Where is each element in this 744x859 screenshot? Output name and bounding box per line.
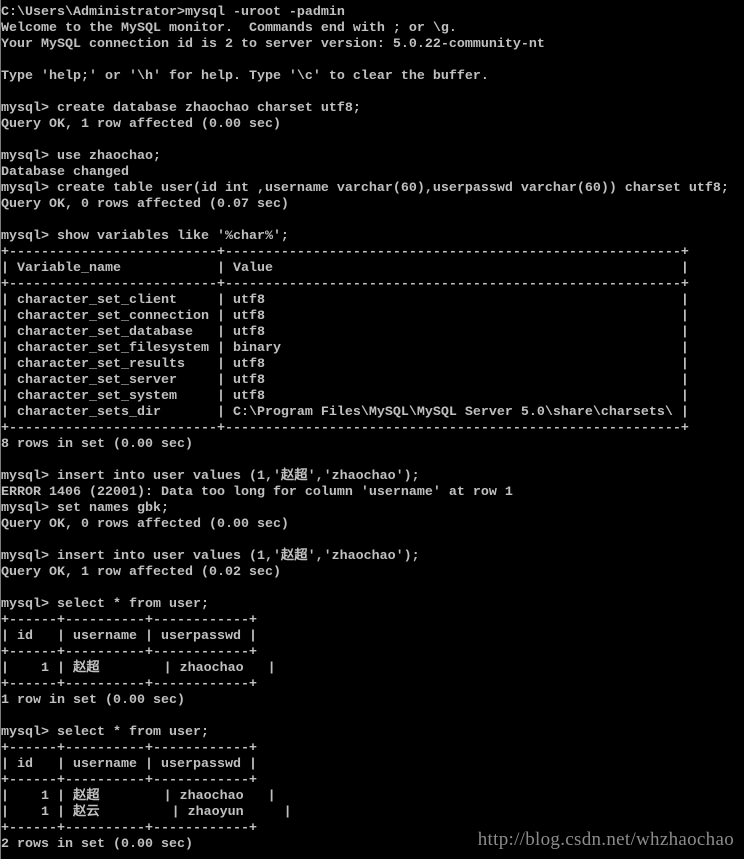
console-output-line: | character_set_database | utf8 | [1,325,689,340]
console-output-line: 8 rows in set (0.00 sec) [1,437,193,452]
console-output-line: +------+----------+------------+ [1,645,257,660]
console-output-line: Query OK, 0 rows affected (0.07 sec) [1,197,289,212]
console-output-line: | character_set_system | utf8 | [1,389,689,404]
console-output-line: +------+----------+------------+ [1,613,257,628]
console-output-line: Type 'help;' or '\h' for help. Type '\c'… [1,69,489,84]
console-command-line: mysql> select * from user; [1,597,209,612]
console-output-line: +--------------------------+------------… [1,421,689,436]
console-output-line: +------+----------+------------+ [1,741,257,756]
console-output-line: +--------------------------+------------… [1,245,689,260]
console-output-line: +------+----------+------------+ [1,677,257,692]
console-output-line: Database changed [1,165,129,180]
console-output-line: | 1 | 赵云 | zhaoyun | [1,805,292,820]
console-command-line: mysql> show variables like '%char%'; [1,229,289,244]
console-output-line: | character_set_results | utf8 | [1,357,689,372]
console-output-line: +------+----------+------------+ [1,773,257,788]
console-command-line: mysql> insert into user values (1,'赵超','… [1,549,420,564]
console-output-line: ERROR 1406 (22001): Data too long for co… [1,485,513,500]
console-output-line: | Variable_name | Value | [1,261,689,276]
console-output-line: Welcome to the MySQL monitor. Commands e… [1,21,457,36]
console-command-line: mysql> select * from user; [1,725,209,740]
console-output-line: | character_set_filesystem | binary | [1,341,689,356]
console-command-line: mysql> create table user(id int ,usernam… [1,181,729,196]
console-command-line: mysql> insert into user values (1,'赵超','… [1,469,420,484]
console-command-line: mysql> set names gbk; [1,501,169,516]
console-output-line: Query OK, 1 row affected (0.00 sec) [1,117,281,132]
console-output-line: 1 row in set (0.00 sec) [1,693,185,708]
console-output-line: | character_set_server | utf8 | [1,373,689,388]
console-command-line: mysql> create database zhaochao charset … [1,101,361,116]
console-output-line: | id | username | userpasswd | [1,629,257,644]
console-output-line: | id | username | userpasswd | [1,757,257,772]
console-output-line: | 1 | 赵超 | zhaochao | [1,661,276,676]
console-output-line: +--------------------------+------------… [1,277,689,292]
console-output-line: | character_set_client | utf8 | [1,293,689,308]
console-command-line: mysql> use zhaochao; [1,149,161,164]
console-output-line: | character_sets_dir | C:\Program Files\… [1,405,689,420]
console-output-line: | character_set_connection | utf8 | [1,309,689,324]
console-window[interactable]: C:\Users\Administrator>mysql -uroot -pad… [0,0,743,859]
console-output-line: Query OK, 0 rows affected (0.00 sec) [1,517,289,532]
watermark-text: http://blog.csdn.net/whzhaochao [477,829,734,850]
console-output-line: C:\Users\Administrator>mysql -uroot -pad… [1,5,345,20]
console-output-line: Your MySQL connection id is 2 to server … [1,37,545,52]
console-output-line: Query OK, 1 row affected (0.02 sec) [1,565,281,580]
console-output-line: | 1 | 赵超 | zhaochao | [1,789,276,804]
